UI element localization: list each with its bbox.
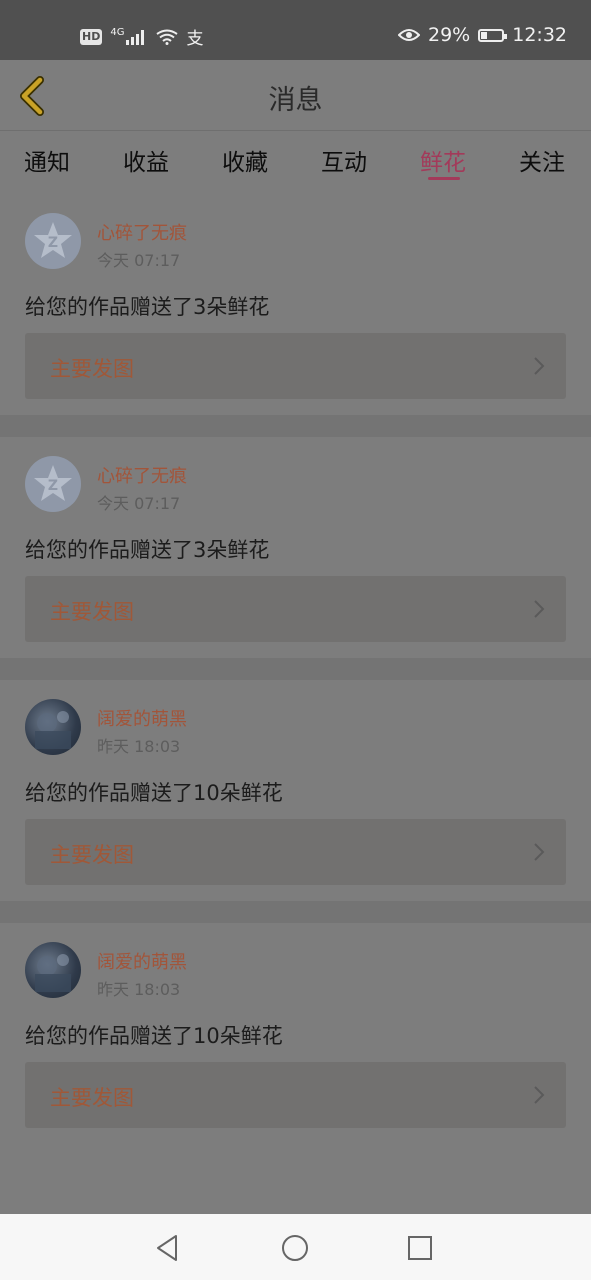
timestamp: 昨天 18:03 bbox=[97, 980, 181, 999]
hd-badge: HD bbox=[80, 28, 103, 45]
tab-bar: 通知 收益 收藏 互动 鲜花 关注 bbox=[0, 131, 591, 193]
work-link[interactable]: 主要发图 bbox=[25, 819, 566, 885]
app-header: 消息 bbox=[0, 60, 591, 131]
battery-percent: 29% bbox=[428, 24, 471, 46]
battery-icon bbox=[478, 28, 508, 42]
message-list: Z 心碎了无痕 今天 07:17 给您的作品赠送了3朵鲜花 主要发图 Z 心碎了… bbox=[0, 194, 591, 1144]
eye-icon bbox=[398, 29, 420, 41]
svg-text:Z: Z bbox=[48, 478, 58, 494]
chevron-right-icon bbox=[534, 357, 545, 375]
active-tab-indicator bbox=[428, 177, 460, 180]
work-title: 主要发图 bbox=[50, 357, 134, 381]
page-title: 消息 bbox=[268, 85, 323, 116]
work-link[interactable]: 主要发图 bbox=[25, 333, 566, 399]
work-link[interactable]: 主要发图 bbox=[25, 1062, 566, 1128]
username[interactable]: 心碎了无痕 bbox=[97, 462, 187, 488]
alipay-icon: 支 bbox=[186, 29, 204, 49]
status-left: HD 4G 支 bbox=[80, 24, 203, 49]
work-title: 主要发图 bbox=[50, 1086, 134, 1110]
clock: 12:32 bbox=[512, 24, 567, 46]
message-text: 给您的作品赠送了3朵鲜花 bbox=[25, 538, 270, 562]
network-label: 4G bbox=[110, 27, 125, 38]
message-text: 给您的作品赠送了3朵鲜花 bbox=[25, 295, 270, 319]
timestamp: 今天 07:17 bbox=[97, 251, 181, 270]
tab-earnings[interactable]: 收益 bbox=[123, 143, 169, 177]
username[interactable]: 阔爱的萌黑 bbox=[97, 705, 187, 731]
tab-following[interactable]: 关注 bbox=[519, 143, 565, 177]
timestamp: 今天 07:17 bbox=[97, 494, 181, 513]
message-card: 阔爱的萌黑 昨天 18:03 给您的作品赠送了10朵鲜花 主要发图 bbox=[0, 680, 591, 923]
photo-avatar[interactable] bbox=[25, 942, 81, 998]
username[interactable]: 心碎了无痕 bbox=[97, 219, 187, 245]
status-bar: HD 4G 支 29% 12:32 bbox=[0, 0, 591, 60]
work-link[interactable]: 主要发图 bbox=[25, 576, 566, 642]
wifi-icon bbox=[156, 29, 179, 45]
default-avatar[interactable]: Z bbox=[25, 456, 81, 512]
work-title: 主要发图 bbox=[50, 600, 134, 624]
nav-recents-icon[interactable] bbox=[404, 1232, 436, 1264]
chevron-right-icon bbox=[534, 843, 545, 861]
nav-home-icon[interactable] bbox=[279, 1232, 311, 1264]
tab-flowers[interactable]: 鲜花 bbox=[420, 143, 466, 177]
svg-text:Z: Z bbox=[48, 235, 58, 251]
tab-favorites[interactable]: 收藏 bbox=[222, 143, 268, 177]
chevron-right-icon bbox=[534, 600, 545, 618]
tab-interactions[interactable]: 互动 bbox=[321, 143, 367, 177]
message-card: Z 心碎了无痕 今天 07:17 给您的作品赠送了3朵鲜花 主要发图 bbox=[0, 437, 591, 680]
username[interactable]: 阔爱的萌黑 bbox=[97, 948, 187, 974]
signal-icon bbox=[126, 29, 145, 45]
photo-avatar[interactable] bbox=[25, 699, 81, 755]
message-text: 给您的作品赠送了10朵鲜花 bbox=[25, 1024, 283, 1048]
tab-notify[interactable]: 通知 bbox=[24, 143, 70, 177]
default-avatar[interactable]: Z bbox=[25, 213, 81, 269]
status-right: 29% 12:32 bbox=[398, 24, 567, 46]
nav-back-icon[interactable] bbox=[152, 1232, 184, 1264]
chevron-right-icon bbox=[534, 1086, 545, 1104]
timestamp: 昨天 18:03 bbox=[97, 737, 181, 756]
work-title: 主要发图 bbox=[50, 843, 134, 867]
message-text: 给您的作品赠送了10朵鲜花 bbox=[25, 781, 283, 805]
message-card: 阔爱的萌黑 昨天 18:03 给您的作品赠送了10朵鲜花 主要发图 bbox=[0, 923, 591, 1144]
message-card: Z 心碎了无痕 今天 07:17 给您的作品赠送了3朵鲜花 主要发图 bbox=[0, 194, 591, 437]
system-nav-bar bbox=[0, 1214, 591, 1280]
